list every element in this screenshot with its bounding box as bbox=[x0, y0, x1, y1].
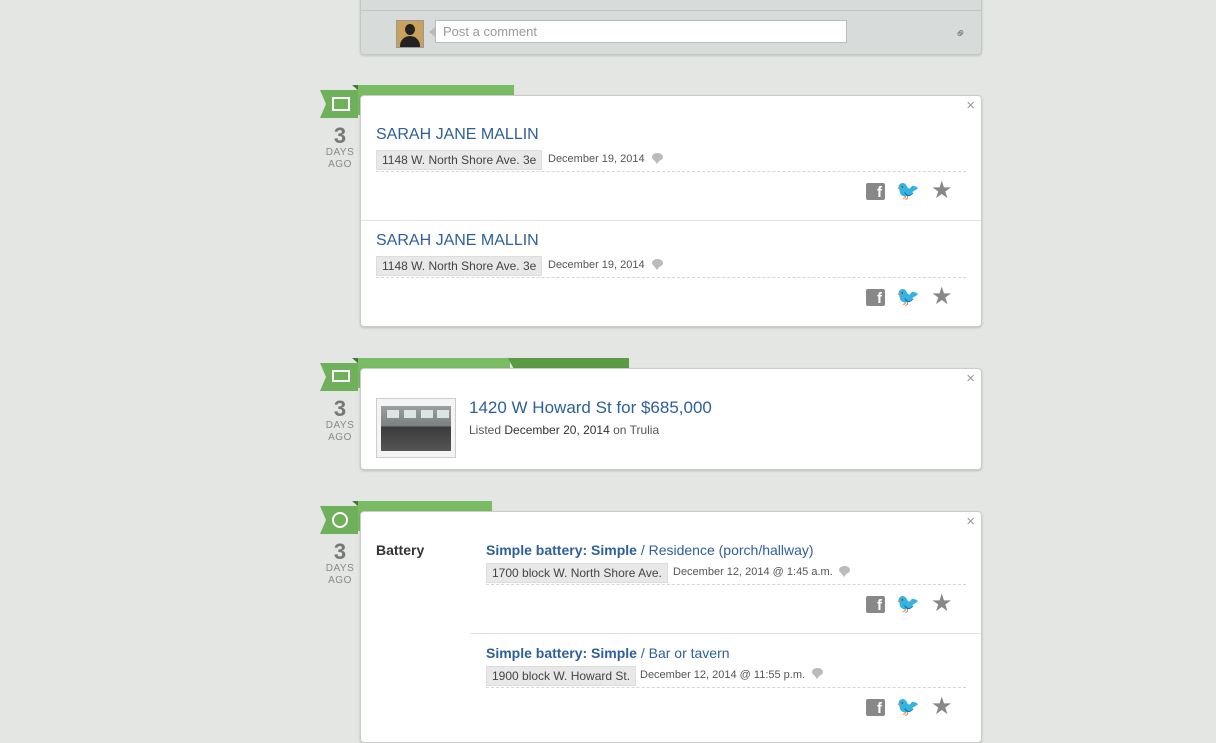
document-icon bbox=[332, 97, 350, 111]
listing-source: on Trulia bbox=[613, 423, 660, 437]
facebook-icon[interactable]: f bbox=[866, 595, 885, 614]
comment-bubble-icon[interactable] bbox=[652, 153, 663, 164]
comment-bubble-icon[interactable] bbox=[652, 259, 663, 270]
crime-date: December 12, 2014 @ 1:45 a.m. bbox=[673, 566, 833, 578]
days-ago-indicator: 3 DAYS AGO bbox=[325, 123, 355, 171]
license-name-link[interactable]: SARAH JANE MALLIN bbox=[376, 232, 539, 250]
close-icon[interactable]: × bbox=[966, 371, 975, 386]
twitter-icon[interactable]: 🐦 bbox=[896, 182, 920, 201]
facebook-icon[interactable]: f bbox=[866, 698, 885, 717]
address-chip[interactable]: 1148 W. North Shore Ave. 3e bbox=[376, 150, 543, 170]
listing-meta: Listed December 20, 2014 on Trulia bbox=[469, 423, 660, 437]
facebook-icon[interactable]: f bbox=[866, 182, 885, 201]
close-icon[interactable]: × bbox=[966, 98, 975, 113]
twitter-icon[interactable]: 🐦 bbox=[896, 595, 920, 614]
address-chip[interactable]: 1148 W. North Shore Ave. 3e bbox=[376, 256, 543, 276]
comment-box: Post a comment ⚭ bbox=[360, 0, 982, 55]
license-date: December 19, 2014 bbox=[548, 153, 645, 165]
item-divider bbox=[361, 220, 981, 221]
close-icon[interactable]: × bbox=[966, 514, 975, 529]
address-chip[interactable]: 1900 block W. Howard St. bbox=[486, 666, 637, 686]
license-date: December 19, 2014 bbox=[548, 259, 645, 271]
star-icon[interactable]: ★ bbox=[931, 592, 953, 616]
twitter-icon[interactable]: 🐦 bbox=[896, 698, 920, 717]
star-icon[interactable]: ★ bbox=[931, 695, 953, 719]
comment-bubble-icon[interactable] bbox=[839, 566, 850, 577]
dashed-divider bbox=[376, 171, 966, 172]
share-actions: f 🐦 ★ bbox=[866, 695, 953, 719]
crime-category: Battery bbox=[376, 542, 425, 558]
dashed-divider bbox=[486, 687, 966, 688]
share-actions: f 🐦 ★ bbox=[866, 592, 953, 616]
star-icon[interactable]: ★ bbox=[931, 285, 953, 309]
crime-date: December 12, 2014 @ 11:55 p.m. bbox=[640, 669, 806, 681]
address-chip[interactable]: 1700 block W. North Shore Ave. bbox=[486, 563, 668, 583]
days-ago-indicator: 3 DAYS AGO bbox=[325, 539, 355, 587]
listing-photo[interactable] bbox=[376, 398, 456, 458]
sign-icon bbox=[332, 370, 350, 382]
user-avatar bbox=[396, 20, 424, 48]
crime-flag bbox=[320, 506, 358, 534]
permalink-icon[interactable]: ⚭ bbox=[951, 23, 971, 43]
dashed-divider bbox=[486, 584, 966, 585]
dashed-divider bbox=[376, 277, 966, 278]
crime-title-link[interactable]: Simple battery: Simple / Bar or tavern bbox=[486, 645, 730, 661]
star-icon[interactable]: ★ bbox=[931, 179, 953, 203]
crime-title-link[interactable]: Simple battery: Simple / Residence (porc… bbox=[486, 542, 814, 558]
real-estate-flag bbox=[320, 363, 358, 391]
item-divider bbox=[470, 633, 981, 634]
comment-input[interactable]: Post a comment bbox=[429, 20, 847, 43]
facebook-icon[interactable]: f bbox=[866, 288, 885, 307]
days-ago-indicator: 3 DAYS AGO bbox=[325, 396, 355, 444]
listing-title-link[interactable]: 1420 W Howard St for $685,000 bbox=[469, 398, 712, 418]
license-name-link[interactable]: SARAH JANE MALLIN bbox=[376, 126, 539, 144]
comment-divider bbox=[361, 10, 981, 11]
share-actions: f 🐦 ★ bbox=[866, 179, 953, 203]
share-actions: f 🐦 ★ bbox=[866, 285, 953, 309]
twitter-icon[interactable]: 🐦 bbox=[896, 288, 920, 307]
listing-date: December 20, 2014 bbox=[504, 423, 610, 437]
police-badge-icon bbox=[332, 512, 348, 528]
business-license-flag bbox=[320, 90, 358, 118]
comment-bubble-icon[interactable] bbox=[812, 668, 823, 679]
